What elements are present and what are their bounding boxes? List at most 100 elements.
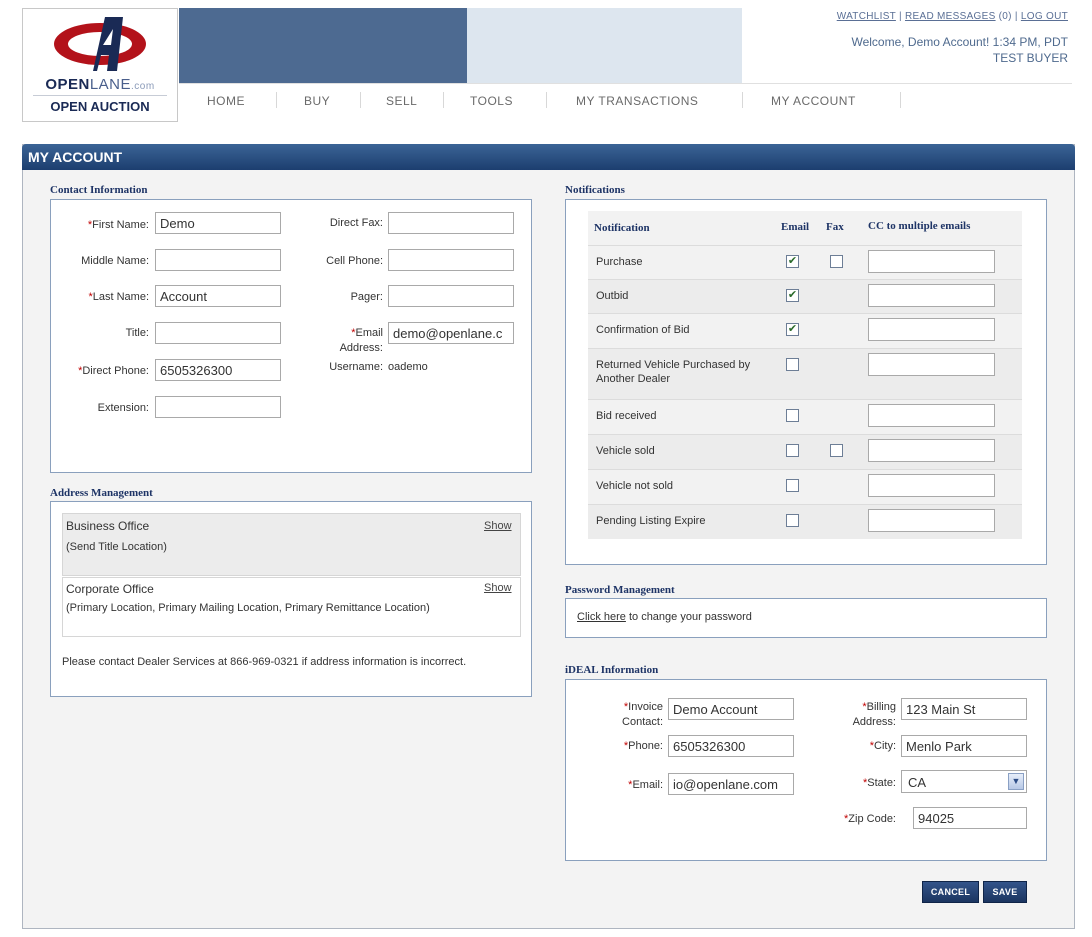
billing-address-label: *Billing [862, 701, 896, 713]
state-selected-value: CA [908, 775, 927, 790]
show-business-office-link[interactable]: Show [484, 520, 512, 532]
pager-label: Pager: [350, 291, 383, 303]
email-label-2: Address: [339, 342, 383, 354]
notification-label: Vehicle not sold [596, 480, 674, 492]
welcome-message: Welcome, Demo Account! 1:34 PM, PDT TEST… [851, 35, 1068, 65]
notifications-section-title: Notifications [565, 184, 625, 196]
direct-fax-input[interactable] [388, 212, 514, 234]
fax-checkbox[interactable] [830, 255, 843, 268]
address-detail: (Primary Location, Primary Mailing Locat… [66, 602, 430, 614]
cc-emails-input[interactable] [868, 353, 995, 376]
notification-label: Confirmation of Bid [596, 324, 690, 336]
zip-code-label: *Zip Code: [844, 813, 896, 825]
cc-emails-input[interactable] [868, 404, 995, 427]
username-value: oademo [388, 361, 428, 373]
nav-my-account[interactable]: MY ACCOUNT [771, 94, 856, 108]
ideal-section-title: iDEAL Information [565, 664, 659, 676]
logo-brand: OPENLANE.com [45, 76, 155, 93]
chevron-down-icon[interactable]: ▼ [1008, 773, 1024, 790]
cc-emails-input[interactable] [868, 284, 995, 307]
logout-link[interactable]: LOG OUT [1021, 11, 1068, 22]
username-label: Username: [329, 361, 383, 373]
ideal-email-input[interactable] [668, 773, 794, 795]
nav-tools[interactable]: TOOLS [470, 94, 513, 108]
cc-emails-input[interactable] [868, 318, 995, 341]
email-checkbox[interactable] [786, 358, 799, 371]
utility-links: WATCHLIST | READ MESSAGES (0) | LOG OUT [836, 11, 1068, 22]
email-checkbox[interactable] [786, 444, 799, 457]
ideal-email-label: *Email: [628, 779, 663, 791]
header-banner-middle [467, 8, 742, 83]
last-name-input[interactable] [155, 285, 281, 307]
address-name: Business Office [66, 519, 150, 533]
message-count: (0) [998, 11, 1012, 22]
email-input[interactable] [388, 322, 514, 344]
nav-my-transactions[interactable]: MY TRANSACTIONS [576, 94, 698, 108]
invoice-contact-label-2: Contact: [622, 716, 663, 728]
notification-label: Purchase [596, 256, 643, 268]
show-corporate-office-link[interactable]: Show [484, 582, 512, 594]
direct-phone-label: *Direct Phone: [78, 365, 149, 377]
email-checkbox[interactable]: ✔ [786, 323, 799, 336]
email-checkbox[interactable] [786, 409, 799, 422]
page-title: MY ACCOUNT [22, 144, 1075, 170]
billing-address-input[interactable] [901, 698, 1027, 720]
city-label: *City: [869, 740, 896, 752]
invoice-contact-input[interactable] [668, 698, 794, 720]
ideal-phone-input[interactable] [668, 735, 794, 757]
email-checkbox[interactable]: ✔ [786, 255, 799, 268]
logo-divider [33, 95, 167, 96]
notification-label: Pending Listing Expire [596, 515, 706, 527]
cell-phone-input[interactable] [388, 249, 514, 271]
direct-phone-input[interactable] [155, 359, 281, 381]
address-section-title: Address Management [50, 487, 153, 499]
nav-sell[interactable]: SELL [386, 94, 417, 108]
nav-separator [900, 92, 901, 108]
openlane-emblem-icon [54, 17, 146, 71]
watchlist-link[interactable]: WATCHLIST [837, 11, 896, 22]
header-banner-left [179, 8, 467, 83]
cc-emails-input[interactable] [868, 250, 995, 273]
logo[interactable]: OPENLANE.com OPEN AUCTION [22, 8, 178, 122]
col-cc-emails: CC to multiple emails [868, 220, 971, 232]
read-messages-link[interactable]: READ MESSAGES [905, 11, 996, 22]
email-checkbox[interactable]: ✔ [786, 289, 799, 302]
pager-input[interactable] [388, 285, 514, 307]
fax-checkbox[interactable] [830, 444, 843, 457]
email-checkbox[interactable] [786, 479, 799, 492]
nav-separator [546, 92, 547, 108]
cc-emails-input[interactable] [868, 439, 995, 462]
cancel-button[interactable]: CANCEL [922, 881, 979, 903]
extension-input[interactable] [155, 396, 281, 418]
middle-name-label: Middle Name: [81, 255, 149, 267]
cc-emails-input[interactable] [868, 509, 995, 532]
address-name: Corporate Office [66, 582, 154, 596]
extension-label: Extension: [97, 402, 149, 414]
city-input[interactable] [901, 735, 1027, 757]
nav-separator [276, 92, 277, 108]
logo-subtitle: OPEN AUCTION [50, 99, 150, 114]
col-email: Email [781, 221, 810, 233]
title-input[interactable] [155, 322, 281, 344]
nav-home[interactable]: HOME [207, 94, 245, 108]
direct-fax-label: Direct Fax: [329, 217, 383, 229]
change-password-link[interactable]: Click here [577, 611, 626, 623]
save-button[interactable]: SAVE [983, 881, 1027, 903]
email-checkbox[interactable] [786, 514, 799, 527]
nav-buy[interactable]: BUY [304, 94, 330, 108]
last-name-label: *Last Name: [88, 291, 149, 303]
nav-separator [742, 92, 743, 108]
zip-code-input[interactable] [913, 807, 1027, 829]
first-name-label: *First Name: [87, 219, 149, 231]
billing-address-label-2: Address: [852, 716, 896, 728]
nav-separator [443, 92, 444, 108]
first-name-input[interactable] [155, 212, 281, 234]
cc-emails-input[interactable] [868, 474, 995, 497]
state-select[interactable]: CA ▼ [901, 770, 1027, 793]
address-detail: (Send Title Location) [66, 541, 167, 553]
state-label: *State: [862, 777, 896, 789]
col-notification: Notification [594, 222, 650, 234]
notification-label: Bid received [596, 410, 657, 422]
middle-name-input[interactable] [155, 249, 281, 271]
notification-label: Returned Vehicle Purchased by Another De… [596, 359, 751, 385]
